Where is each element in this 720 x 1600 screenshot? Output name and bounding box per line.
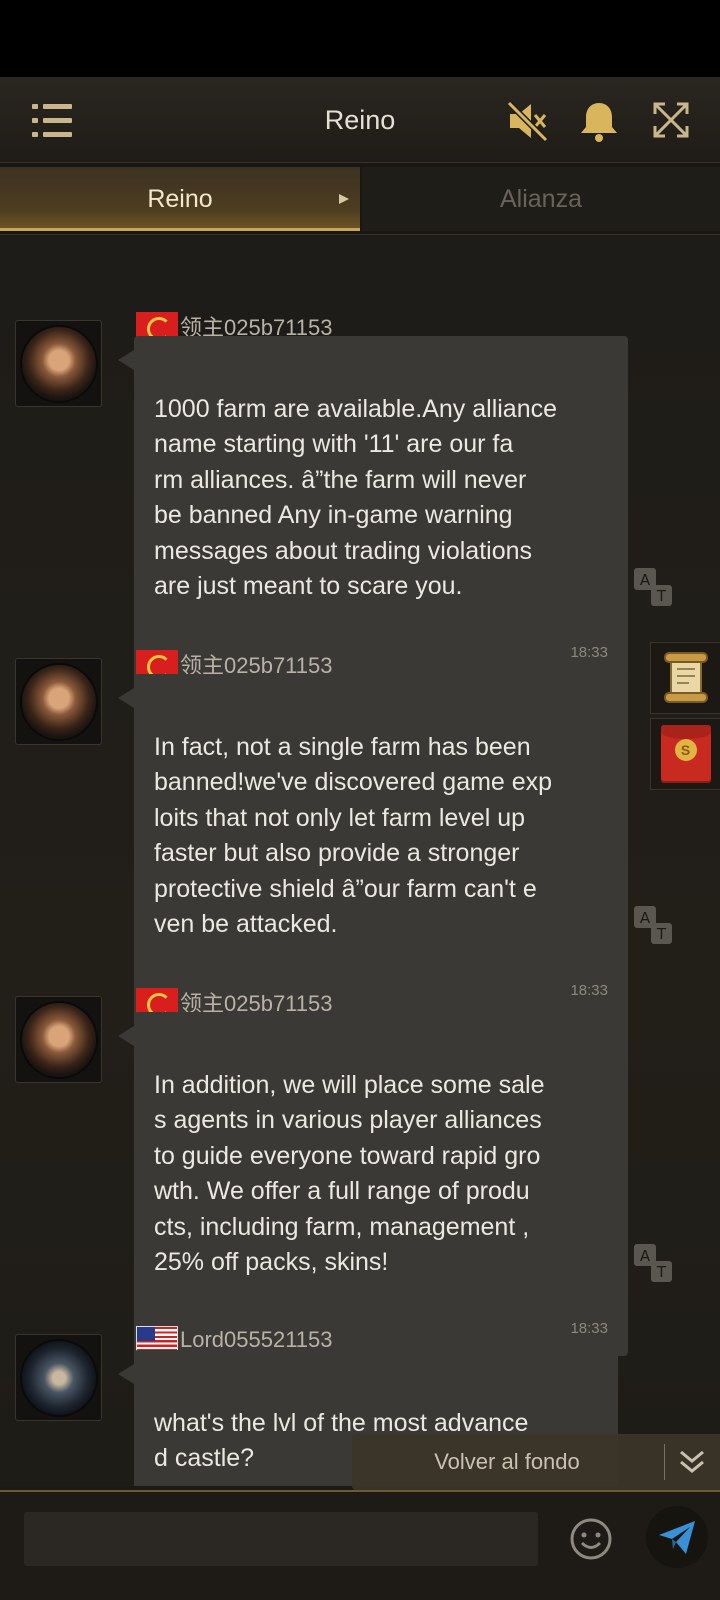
red-envelope-icon: S	[660, 725, 711, 783]
message-bubble[interactable]: In addition, we will place some sale s a…	[118, 1012, 628, 1356]
double-chevron-down-icon	[680, 1450, 704, 1473]
chat-message-list[interactable]: 领主025b71153 1000 farm are available.Any …	[0, 236, 720, 1486]
svg-text:T: T	[656, 587, 667, 605]
status-bar	[0, 0, 720, 77]
tab-alianza-label: Alianza	[500, 185, 582, 213]
back-to-bottom-label: Volver al fondo	[434, 1449, 580, 1474]
avatar[interactable]	[15, 320, 102, 407]
red-envelope-button[interactable]: S	[650, 718, 720, 790]
svg-text:A: A	[640, 909, 651, 927]
translate-icon[interactable]: A T	[632, 1242, 674, 1284]
message-text: 1000 farm are available.Any alliance nam…	[154, 394, 558, 601]
avatar-portrait	[19, 662, 98, 741]
message-text: In addition, we will place some sale s a…	[154, 1070, 545, 1277]
translate-icon[interactable]: A T	[632, 566, 674, 608]
coin-icon: S	[674, 739, 697, 761]
back-to-bottom-button[interactable]: Volver al fondo	[352, 1434, 720, 1490]
tab-alianza[interactable]: Alianza	[362, 167, 720, 231]
message-bubble[interactable]: 1000 farm are available.Any alliance nam…	[118, 336, 628, 680]
mute-speaker-icon[interactable]	[506, 99, 550, 143]
message-bubble[interactable]: In fact, not a single farm has been bann…	[118, 674, 628, 1018]
svg-text:A: A	[640, 571, 651, 589]
divider	[664, 1444, 665, 1480]
tab-reino-label: Reino	[147, 185, 213, 213]
tab-reino[interactable]: Reino	[0, 167, 360, 231]
message-text: In fact, not a single farm has been bann…	[154, 732, 553, 939]
message-input[interactable]	[24, 1512, 538, 1566]
avatar[interactable]	[15, 658, 102, 745]
send-button[interactable]	[646, 1506, 708, 1568]
message-time: 18:33	[570, 1319, 608, 1337]
avatar-portrait	[19, 1338, 98, 1417]
message-time: 18:33	[570, 643, 608, 661]
svg-text:T: T	[656, 925, 667, 943]
avatar-portrait	[19, 324, 98, 403]
send-paper-plane-icon	[659, 1521, 695, 1554]
emoji-icon[interactable]	[568, 1516, 614, 1562]
scroll-event-button[interactable]	[650, 642, 720, 714]
avatar[interactable]	[15, 1334, 102, 1421]
tab-arrow-icon	[339, 194, 349, 204]
bell-icon[interactable]	[578, 99, 620, 143]
translate-icon[interactable]: A T	[632, 904, 674, 946]
avatar-portrait	[19, 1000, 98, 1079]
expand-arrows-icon[interactable]	[650, 99, 692, 141]
scroll-icon	[663, 652, 708, 703]
chat-input-bar	[0, 1490, 720, 1600]
message-time: 18:33	[570, 981, 608, 999]
svg-text:A: A	[640, 1247, 651, 1265]
avatar[interactable]	[15, 996, 102, 1083]
chat-header: Reino	[0, 77, 720, 163]
channel-tabs: Reino Alianza	[0, 163, 720, 235]
svg-text:T: T	[656, 1263, 667, 1281]
